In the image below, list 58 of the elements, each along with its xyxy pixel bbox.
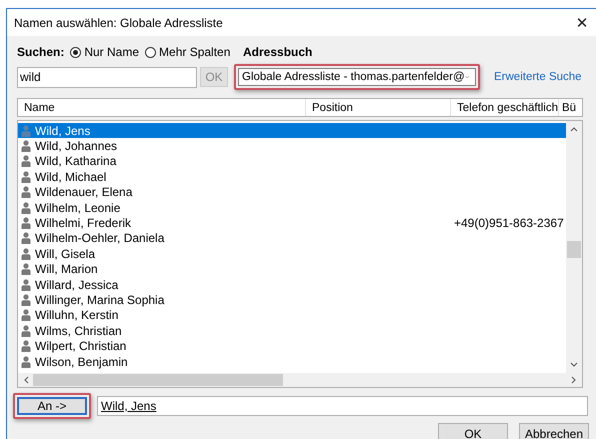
contact-row[interactable]: Wilms, Christian (18, 323, 566, 338)
contact-row[interactable]: Wilson, Benjamin (18, 354, 566, 370)
chevron-down-icon[interactable] (570, 362, 578, 367)
chevron-left-icon[interactable] (24, 376, 29, 384)
contact-row[interactable]: Wilpert, Christian (18, 338, 566, 354)
radio-option[interactable]: Nur Name (70, 45, 140, 59)
advanced-search-link[interactable]: Erweiterte Suche (494, 71, 582, 83)
scrollbar-thumb[interactable] (567, 241, 581, 258)
contact-row[interactable]: Wilhelm, Leonie (18, 200, 566, 216)
column-header[interactable]: Name (18, 99, 306, 116)
contact-row[interactable]: Wildenauer, Elena (18, 184, 566, 200)
contact-row[interactable]: Will, Marion (18, 262, 566, 277)
column-header[interactable]: Position (306, 99, 451, 116)
person-icon (21, 232, 31, 244)
search-field[interactable]: wild (17, 66, 197, 88)
person-icon (21, 324, 31, 337)
contact-row[interactable]: Will, Gisela (18, 246, 566, 262)
contact-row[interactable]: Willard, Jessica (18, 276, 566, 292)
contact-row[interactable]: Wild, Katharina (18, 154, 566, 170)
person-icon (21, 294, 31, 306)
column-header[interactable]: Bü (559, 99, 581, 116)
recipient-field[interactable]: Wild, Jens (97, 396, 588, 416)
person-icon (21, 278, 31, 291)
contact-row[interactable]: Wild, Jens (18, 123, 566, 138)
person-icon (21, 124, 31, 137)
addressbook-dropdown[interactable]: Globale Adressliste - thomas.partenfelder@ (238, 68, 476, 86)
contact-row[interactable]: Wild, Michael (18, 169, 566, 185)
contact-row[interactable]: Wilhelmi, Frederik +49(0)951-863-2367 (18, 215, 566, 231)
chevron-down-icon (464, 74, 469, 80)
chevron-up-icon[interactable] (570, 127, 578, 132)
person-icon (21, 248, 31, 260)
chevron-right-icon[interactable] (571, 376, 576, 384)
person-icon (21, 170, 31, 183)
search-label: Suchen: (17, 45, 64, 59)
person-icon (21, 356, 31, 368)
scrollbar-thumb[interactable] (33, 374, 283, 386)
person-icon (21, 186, 31, 198)
contact-row[interactable]: Wild, Johannes (18, 138, 566, 154)
person-icon (21, 263, 31, 276)
vertical-scrollbar[interactable] (566, 121, 582, 373)
person-icon (21, 340, 31, 352)
person-icon (21, 140, 31, 152)
horizontal-scrollbar[interactable] (18, 373, 582, 387)
window-title: Namen auswählen: Globale Adressliste (14, 16, 223, 30)
person-icon (21, 155, 31, 168)
dialog-button[interactable]: OK (438, 423, 508, 439)
contact-row[interactable]: Willinger, Marina Sophia (18, 292, 566, 308)
close-button[interactable]: ✕ (567, 14, 596, 32)
to-button[interactable]: An -> (17, 397, 87, 415)
dialog-button[interactable]: Abbrechen (519, 423, 589, 439)
radio-option[interactable]: Mehr Spalten (145, 45, 230, 59)
contact-row[interactable]: Wilhelm-Oehler, Daniela (18, 230, 566, 246)
person-icon (21, 217, 31, 230)
contact-row[interactable]: Willuhn, Kerstin (18, 308, 566, 324)
column-header[interactable]: Telefon geschäftlich (451, 99, 559, 116)
person-icon (21, 202, 31, 214)
addressbook-label: Adressbuch (243, 45, 312, 59)
person-icon (21, 309, 31, 322)
